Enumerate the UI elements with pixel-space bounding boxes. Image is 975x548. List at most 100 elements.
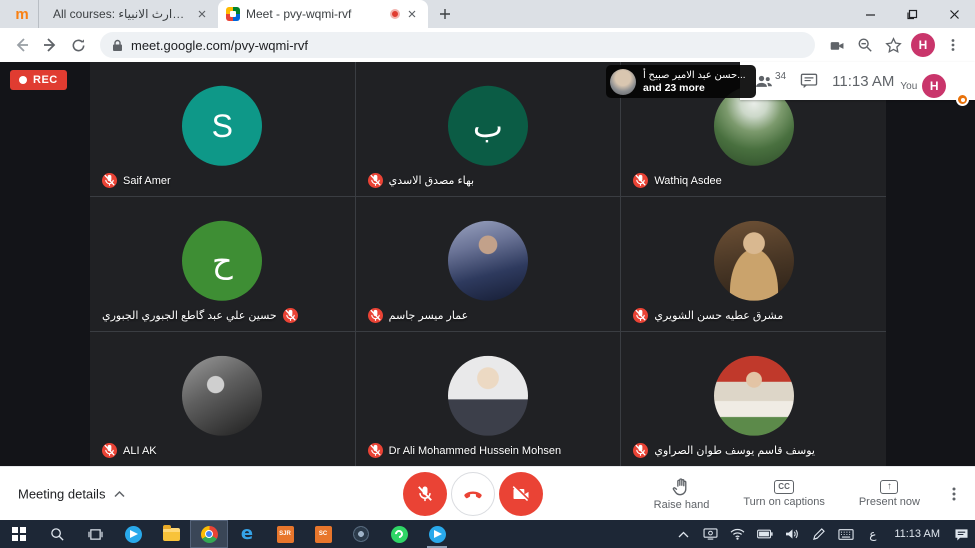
url-text: meet.google.com/pvy-wqmi-rvf bbox=[131, 38, 308, 53]
browser-menu-icon[interactable] bbox=[939, 31, 967, 59]
mic-mute-button[interactable] bbox=[403, 472, 447, 516]
participant-name: عمار ميسر جاسم bbox=[389, 309, 468, 322]
mic-off-icon bbox=[415, 484, 435, 504]
reload-button[interactable] bbox=[64, 31, 92, 59]
participant-tile[interactable]: ح حسين علي عبد گاطع الجبوري الجبوري bbox=[90, 197, 355, 331]
pinned-tab-moodle[interactable]: m bbox=[6, 0, 38, 28]
meeting-details-button[interactable]: Meeting details bbox=[18, 486, 125, 501]
captions-icon: CC bbox=[774, 480, 794, 494]
participant-name: يوسف قاسم يوسف طوان الصراوي bbox=[654, 444, 815, 457]
avatar: ب bbox=[448, 86, 528, 166]
close-window-button[interactable] bbox=[933, 0, 975, 28]
tab-meet[interactable]: Meet - pvy-wqmi-rvf bbox=[218, 0, 428, 28]
new-tab-button[interactable] bbox=[432, 1, 458, 27]
minimize-button[interactable] bbox=[849, 0, 891, 28]
camera-off-button[interactable] bbox=[499, 472, 543, 516]
tab-all-courses[interactable]: All courses: جامعة وارث الانبياء bbox=[38, 0, 218, 28]
zoom-out-icon[interactable] bbox=[851, 31, 879, 59]
tab-title: All courses: جامعة وارث الانبياء bbox=[53, 7, 188, 21]
taskbar-edge-icon[interactable]: e bbox=[228, 520, 266, 548]
taskbar-whatsapp-icon[interactable] bbox=[380, 520, 418, 548]
rec-dot-icon bbox=[19, 76, 27, 84]
avatar-initial: ب bbox=[473, 107, 503, 145]
participant-tile[interactable]: S Saif Amer bbox=[90, 62, 355, 196]
avatar-photo bbox=[714, 221, 794, 301]
back-button[interactable] bbox=[8, 31, 36, 59]
bookmark-star-icon[interactable] bbox=[879, 31, 907, 59]
avatar-initial: S bbox=[212, 107, 233, 144]
avatar-initial: ح bbox=[212, 242, 233, 280]
mic-off-icon bbox=[368, 308, 383, 323]
participant-tile[interactable]: ALI AK bbox=[90, 332, 355, 466]
participant-name: حسين علي عبد گاطع الجبوري الجبوري bbox=[102, 309, 277, 322]
tab-title: Meet - pvy-wqmi-rvf bbox=[246, 7, 384, 21]
meeting-clock: 11:13 AM bbox=[832, 73, 894, 90]
more-options-icon[interactable] bbox=[947, 486, 961, 502]
captions-button[interactable]: CC Turn on captions bbox=[743, 480, 825, 508]
participant-tile[interactable]: يوسف قاسم يوسف طوان الصراوي bbox=[621, 332, 886, 466]
tab-recording-icon bbox=[390, 9, 400, 19]
action-center-icon[interactable] bbox=[948, 520, 975, 548]
search-icon bbox=[50, 527, 65, 542]
participant-name: ALI AK bbox=[123, 445, 157, 457]
taskbar-telegram-icon[interactable] bbox=[114, 520, 152, 548]
browser-profile-avatar[interactable]: H bbox=[911, 33, 935, 57]
taskbar-telegram2-icon[interactable] bbox=[418, 520, 456, 548]
meet-header-bar: 34 11:13 AM You H bbox=[740, 62, 975, 100]
participant-name: Saif Amer bbox=[123, 175, 171, 187]
speaker-avatar bbox=[610, 69, 636, 95]
wifi-icon[interactable] bbox=[724, 520, 751, 548]
participant-tile[interactable]: Dr Ali Mohammed Hussein Mohsen bbox=[356, 332, 621, 466]
taskbar-search-button[interactable] bbox=[38, 520, 76, 548]
taskbar-app-sjr-icon[interactable]: SJR bbox=[266, 520, 304, 548]
task-view-button[interactable] bbox=[76, 520, 114, 548]
participant-tile[interactable]: عمار ميسر جاسم bbox=[356, 197, 621, 331]
speakers-more: and 23 more bbox=[643, 82, 705, 94]
tab-media-camera-icon[interactable] bbox=[823, 31, 851, 59]
participant-tile[interactable]: ب بهاء مصدق الاسدي bbox=[356, 62, 621, 196]
address-bar[interactable]: meet.google.com/pvy-wqmi-rvf bbox=[100, 32, 815, 58]
taskbar-clock[interactable]: 11:13 AM bbox=[886, 528, 948, 540]
avatar-photo bbox=[714, 356, 794, 436]
participant-tile[interactable]: مشرق عطيه حسن الشويري bbox=[621, 197, 886, 331]
tray-expand-icon[interactable] bbox=[670, 520, 697, 548]
speaker-name: حسن عبد الامير صبيح أ... bbox=[643, 70, 746, 82]
raise-hand-button[interactable]: Raise hand bbox=[654, 477, 710, 511]
browser-tab-strip: m All courses: جامعة وارث الانبياء Meet … bbox=[0, 0, 975, 28]
battery-icon[interactable] bbox=[751, 520, 778, 548]
browser-toolbar: meet.google.com/pvy-wqmi-rvf H bbox=[0, 28, 975, 62]
meet-stage: S Saif Amer ب بهاء مصدق الاسدي bbox=[0, 62, 975, 466]
hang-up-button[interactable] bbox=[451, 472, 495, 516]
forward-button[interactable] bbox=[36, 31, 64, 59]
avatar-photo bbox=[448, 356, 528, 436]
cast-display-icon[interactable] bbox=[697, 520, 724, 548]
moodle-icon: m bbox=[15, 7, 28, 22]
mic-off-icon bbox=[633, 308, 648, 323]
participants-button[interactable]: 34 bbox=[754, 73, 786, 89]
touch-keyboard-icon[interactable] bbox=[832, 520, 859, 548]
language-indicator[interactable]: ع bbox=[859, 520, 886, 548]
close-icon[interactable] bbox=[194, 6, 210, 22]
you-label: You bbox=[900, 81, 917, 92]
file-explorer-icon[interactable] bbox=[152, 520, 190, 548]
taskbar-app-sc-icon[interactable]: SC bbox=[304, 520, 342, 548]
self-mic-muted-icon bbox=[956, 93, 969, 106]
present-icon: ↑ bbox=[880, 480, 898, 494]
pen-icon[interactable] bbox=[805, 520, 832, 548]
self-view[interactable]: You H bbox=[900, 74, 946, 98]
start-button[interactable] bbox=[0, 520, 38, 548]
active-speakers-pill[interactable]: حسن عبد الامير صبيح أ... and 23 more bbox=[606, 65, 756, 98]
present-now-button[interactable]: ↑ Present now bbox=[859, 480, 920, 508]
participant-count: 34 bbox=[775, 71, 786, 82]
chat-button[interactable] bbox=[800, 73, 818, 89]
lock-icon bbox=[112, 39, 123, 52]
participant-grid: S Saif Amer ب بهاء مصدق الاسدي bbox=[90, 62, 886, 466]
speaker-icon[interactable] bbox=[778, 520, 805, 548]
close-icon[interactable] bbox=[404, 6, 420, 22]
participant-name: Wathiq Asdee bbox=[654, 175, 721, 187]
avatar-photo bbox=[448, 221, 528, 301]
taskbar-chrome-icon[interactable] bbox=[190, 520, 228, 548]
taskbar-recorder-icon[interactable] bbox=[342, 520, 380, 548]
maximize-button[interactable] bbox=[891, 0, 933, 28]
mic-off-icon bbox=[102, 173, 117, 188]
